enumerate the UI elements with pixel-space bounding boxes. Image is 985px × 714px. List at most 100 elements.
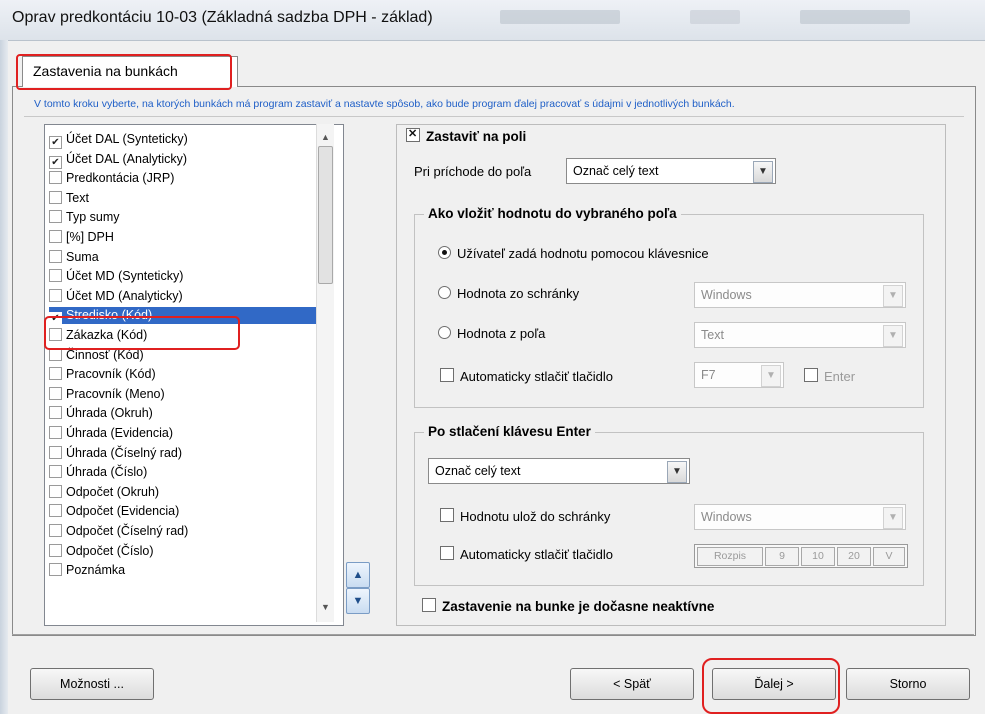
options-button[interactable]: Možnosti ...	[30, 668, 154, 700]
checkbox-empty-icon[interactable]	[49, 504, 62, 518]
stop-on-field-checkbox[interactable]: Zastaviť na poli	[406, 127, 533, 144]
options-button-label: Možnosti ...	[60, 677, 124, 691]
list-item-label: Suma	[66, 249, 99, 264]
checkbox-empty-icon[interactable]	[49, 386, 62, 400]
checkbox-empty-icon[interactable]	[49, 210, 62, 224]
key-button-label: 10	[812, 550, 824, 562]
scroll-up-icon[interactable]: ▲	[318, 130, 333, 145]
list-item-label: Úhrada (Okruh)	[66, 406, 153, 421]
list-item-label: [%] DPH	[66, 230, 114, 244]
scroll-down-icon[interactable]: ▼	[318, 600, 333, 615]
save-clipboard-select[interactable]: Windows ▼	[694, 504, 906, 530]
list-item-label: Predkontácia (JRP)	[66, 171, 175, 186]
list-item[interactable]: Poznámka	[49, 562, 319, 579]
list-item[interactable]: Úhrada (Okruh)	[49, 405, 319, 422]
clipboard-source-select[interactable]: Windows ▼	[694, 282, 906, 308]
cancel-button[interactable]: Storno	[846, 668, 970, 700]
list-item[interactable]: Odpočet (Okruh)	[49, 484, 319, 501]
list-item[interactable]: Účet MD (Synteticky)	[49, 268, 319, 285]
checkbox-empty-icon[interactable]	[49, 367, 62, 381]
after-auto-press-checkbox[interactable]: Automaticky stlačiť tlačidlo	[440, 546, 613, 562]
checkbox-empty-icon[interactable]	[49, 445, 62, 459]
footer-divider	[12, 634, 974, 635]
on-arrival-label: Pri príchode do poľa	[414, 164, 532, 179]
auto-press-key-select[interactable]: F7 ▼	[694, 362, 784, 388]
checkbox-empty-icon[interactable]	[49, 288, 62, 302]
key-button-rozpis[interactable]: Rozpis	[697, 547, 763, 566]
radio-field[interactable]: Hodnota z poľa	[438, 326, 545, 341]
scroll-thumb[interactable]	[318, 146, 333, 284]
checkbox-empty-icon[interactable]	[49, 465, 62, 479]
tab-zastavenia[interactable]: Zastavenia na bunkách	[22, 56, 238, 87]
checkbox-empty-icon[interactable]	[49, 484, 62, 498]
radio-keyboard[interactable]: Užívateľ zadá hodnotu pomocou klávesnice	[438, 246, 709, 261]
move-down-button[interactable]: ▼	[346, 588, 370, 614]
auto-press-key-value: F7	[701, 368, 716, 382]
save-clipboard-checkbox[interactable]: Hodnotu ulož do schránky	[440, 508, 610, 524]
list-item-label: Účet DAL (Synteticky)	[66, 132, 188, 146]
checkbox-empty-icon[interactable]	[49, 249, 62, 263]
clipboard-source-value: Windows	[701, 288, 752, 302]
checkbox-empty-icon[interactable]	[49, 190, 62, 204]
key-button-label: Rozpis	[713, 550, 747, 562]
checkbox-checked-icon[interactable]: ✔	[49, 155, 62, 169]
key-button-20[interactable]: 20	[837, 547, 871, 566]
checkbox-empty-icon[interactable]	[49, 230, 62, 243]
checkbox-empty-icon[interactable]	[49, 563, 62, 577]
key-button-v[interactable]: V	[873, 547, 905, 566]
list-item[interactable]: [%] DPH	[49, 229, 319, 246]
stop-on-field-label: Zastaviť na poli	[426, 129, 527, 144]
key-button-9[interactable]: 9	[765, 547, 799, 566]
back-button[interactable]: < Späť	[570, 668, 694, 700]
after-auto-press-label: Automaticky stlačiť tlačidlo	[460, 547, 613, 562]
blurred-background-tab	[500, 10, 620, 24]
list-item[interactable]: Typ sumy	[49, 209, 319, 226]
checkbox-checked-icon	[406, 127, 420, 142]
list-item-label: Úhrada (Číselný rad)	[66, 445, 183, 460]
list-item[interactable]: Pracovník (Kód)	[49, 366, 319, 383]
radio-selected-icon	[438, 246, 451, 259]
inactive-stop-label: Zastavenie na bunke je dočasne neaktívne	[442, 599, 715, 614]
enter-checkbox[interactable]: Enter	[804, 368, 855, 384]
field-source-select[interactable]: Text ▼	[694, 322, 906, 348]
inactive-stop-checkbox[interactable]: Zastavenie na bunke je dočasne neaktívne	[422, 598, 714, 614]
list-item[interactable]: Odpočet (Číselný rad)	[49, 523, 319, 540]
list-item[interactable]: Účet MD (Analyticky)	[49, 288, 319, 305]
checkbox-empty-icon[interactable]	[49, 406, 62, 420]
radio-clipboard[interactable]: Hodnota zo schránky	[438, 286, 579, 301]
after-enter-select[interactable]: Označ celý text ▼	[428, 458, 690, 484]
auto-press-label: Automaticky stlačiť tlačidlo	[460, 369, 613, 384]
list-item-label: Účet MD (Synteticky)	[66, 269, 184, 284]
list-item[interactable]: Text	[49, 190, 319, 207]
blurred-background-tab	[690, 10, 740, 24]
checkbox-checked-icon[interactable]: ✔	[49, 136, 62, 149]
window-left-edge	[0, 40, 8, 714]
checkbox-empty-icon[interactable]	[49, 426, 62, 439]
chevron-down-icon: ▼	[761, 365, 781, 387]
list-item[interactable]: Predkontácia (JRP)	[49, 170, 319, 187]
list-item[interactable]: Odpočet (Evidencia)	[49, 503, 319, 520]
checkbox-empty-icon[interactable]	[49, 269, 62, 283]
checkbox-empty-icon[interactable]	[49, 171, 62, 185]
list-item[interactable]: Odpočet (Číslo)	[49, 543, 319, 560]
list-item[interactable]: Úhrada (Číselný rad)	[49, 445, 319, 462]
list-item[interactable]: Úhrada (Evidencia)	[49, 425, 319, 442]
cell-list[interactable]: ✔ Účet DAL (Synteticky) ✔ Účet DAL (Analyti…	[44, 124, 344, 626]
list-item[interactable]: ✔ Účet DAL (Analyticky)	[49, 151, 319, 169]
enter-label: Enter	[824, 369, 856, 384]
move-up-button[interactable]: ▲	[346, 562, 370, 588]
auto-press-checkbox[interactable]: Automaticky stlačiť tlačidlo	[440, 368, 613, 384]
key-button-label: V	[885, 550, 893, 562]
list-item[interactable]: Úhrada (Číslo)	[49, 464, 319, 481]
checkbox-empty-icon[interactable]	[49, 524, 62, 537]
list-item[interactable]: ✔ Účet DAL (Synteticky)	[49, 131, 319, 149]
on-arrival-select[interactable]: Označ celý text ▼	[566, 158, 776, 184]
list-item[interactable]: Pracovník (Meno)	[49, 386, 319, 403]
key-button-10[interactable]: 10	[801, 547, 835, 566]
radio-keyboard-label: Užívateľ zadá hodnotu pomocou klávesnice	[457, 246, 709, 261]
chevron-down-icon: ▼	[753, 161, 773, 183]
save-clipboard-label: Hodnotu ulož do schránky	[460, 509, 611, 524]
list-item[interactable]: Suma	[49, 249, 319, 266]
save-clipboard-value: Windows	[701, 510, 752, 524]
checkbox-empty-icon[interactable]	[49, 543, 62, 557]
